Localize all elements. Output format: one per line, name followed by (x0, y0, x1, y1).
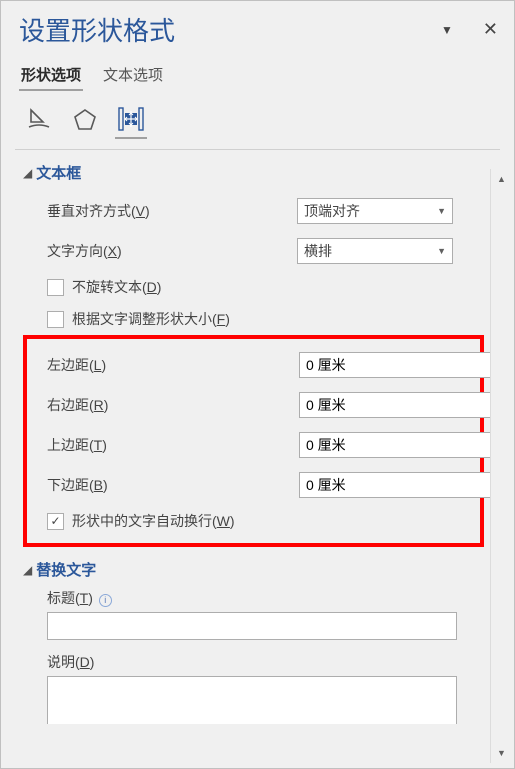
alttext-title-input[interactable] (47, 612, 457, 640)
collapse-icon: ◢ (23, 563, 32, 577)
collapse-icon: ◢ (23, 166, 32, 180)
autosize-checkbox[interactable] (47, 311, 64, 328)
pane-menu-button[interactable]: ▼ (441, 23, 453, 37)
autosize-label: 根据文字调整形状大小(F) (72, 309, 230, 329)
tab-text-options[interactable]: 文本选项 (101, 60, 165, 91)
wrap-checkbox[interactable]: ✓ (47, 513, 64, 530)
top-margin-label: 上边距(T) (47, 435, 299, 455)
alttext-desc-label: 说明(D) (47, 654, 94, 670)
bottom-margin-input[interactable] (299, 472, 493, 498)
section-textbox-title: 文本框 (36, 162, 81, 183)
info-icon[interactable]: i (99, 594, 112, 607)
vertical-scrollbar[interactable]: ▲ ▼ (490, 169, 512, 763)
tab-shape-options[interactable]: 形状选项 (19, 60, 83, 91)
direction-label: 文字方向(X) (47, 241, 297, 261)
fill-line-icon[interactable] (23, 105, 55, 139)
direction-value: 横排 (304, 241, 332, 261)
chevron-down-icon: ▼ (437, 246, 446, 256)
valign-label: 垂直对齐方式(V) (47, 201, 297, 221)
chevron-down-icon: ▼ (437, 206, 446, 216)
scroll-down-button[interactable]: ▼ (491, 743, 512, 763)
left-margin-input[interactable] (299, 352, 493, 378)
alttext-desc-input[interactable] (47, 676, 457, 724)
layout-properties-icon[interactable] (115, 105, 147, 139)
valign-select[interactable]: 顶端对齐 ▼ (297, 198, 453, 224)
no-rotate-label: 不旋转文本(D) (72, 277, 161, 297)
wrap-label: 形状中的文字自动换行(W) (72, 511, 235, 531)
close-icon[interactable]: ✕ (483, 19, 498, 40)
direction-select[interactable]: 横排 ▼ (297, 238, 453, 264)
section-alttext-header[interactable]: ◢ 替换文字 (1, 553, 514, 586)
pane-title: 设置形状格式 (19, 11, 175, 48)
right-margin-input[interactable] (299, 392, 493, 418)
bottom-margin-label: 下边距(B) (47, 475, 299, 495)
content-scroll: ◢ 文本框 垂直对齐方式(V) 顶端对齐 ▼ 文字方向(X) 横排 ▼ 不旋转 (1, 150, 514, 724)
right-margin-label: 右边距(R) (47, 395, 299, 415)
scroll-up-button[interactable]: ▲ (491, 169, 512, 189)
section-alttext-title: 替换文字 (36, 559, 96, 580)
scroll-track[interactable] (491, 189, 512, 743)
alttext-title-label: 标题(T) (47, 590, 93, 606)
no-rotate-checkbox[interactable] (47, 279, 64, 296)
left-margin-label: 左边距(L) (47, 355, 299, 375)
top-margin-input[interactable] (299, 432, 493, 458)
highlight-annotation: 左边距(L) ▲ ▼ 右边距(R) ▲ ▼ (23, 335, 484, 547)
section-textbox-header[interactable]: ◢ 文本框 (1, 156, 514, 189)
effects-icon[interactable] (69, 105, 101, 139)
valign-value: 顶端对齐 (304, 201, 360, 221)
